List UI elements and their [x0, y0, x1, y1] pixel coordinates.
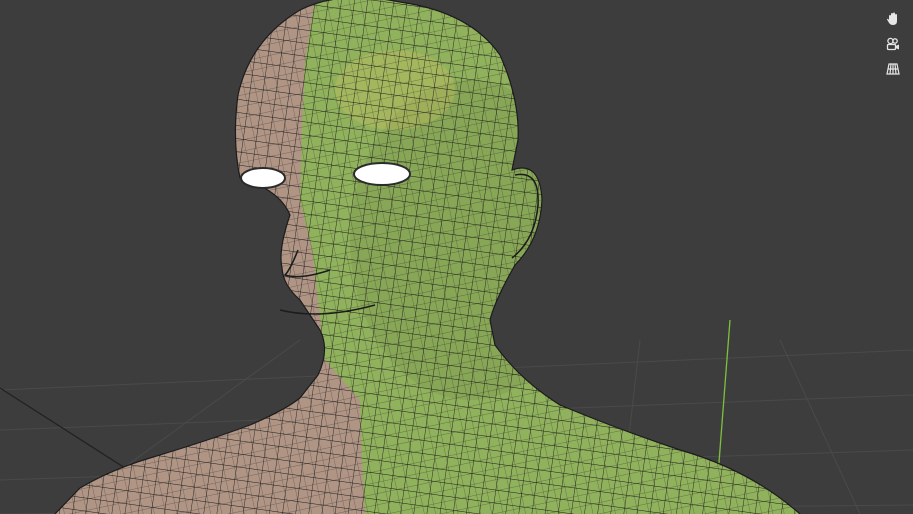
camera-icon [886, 37, 899, 51]
hand-icon [887, 12, 897, 25]
right-eye [353, 162, 411, 186]
dot-icon [885, 0, 901, 5]
viewport-scene[interactable] [0, 0, 913, 514]
toggle-perspective-button[interactable] [882, 58, 904, 80]
left-eye [240, 167, 286, 189]
grid-icon [886, 63, 900, 75]
pan-view-button[interactable] [882, 8, 904, 30]
3d-viewport[interactable] [0, 0, 913, 514]
toggle-camera-view-button[interactable] [882, 33, 904, 55]
head-mesh[interactable] [0, 0, 913, 514]
